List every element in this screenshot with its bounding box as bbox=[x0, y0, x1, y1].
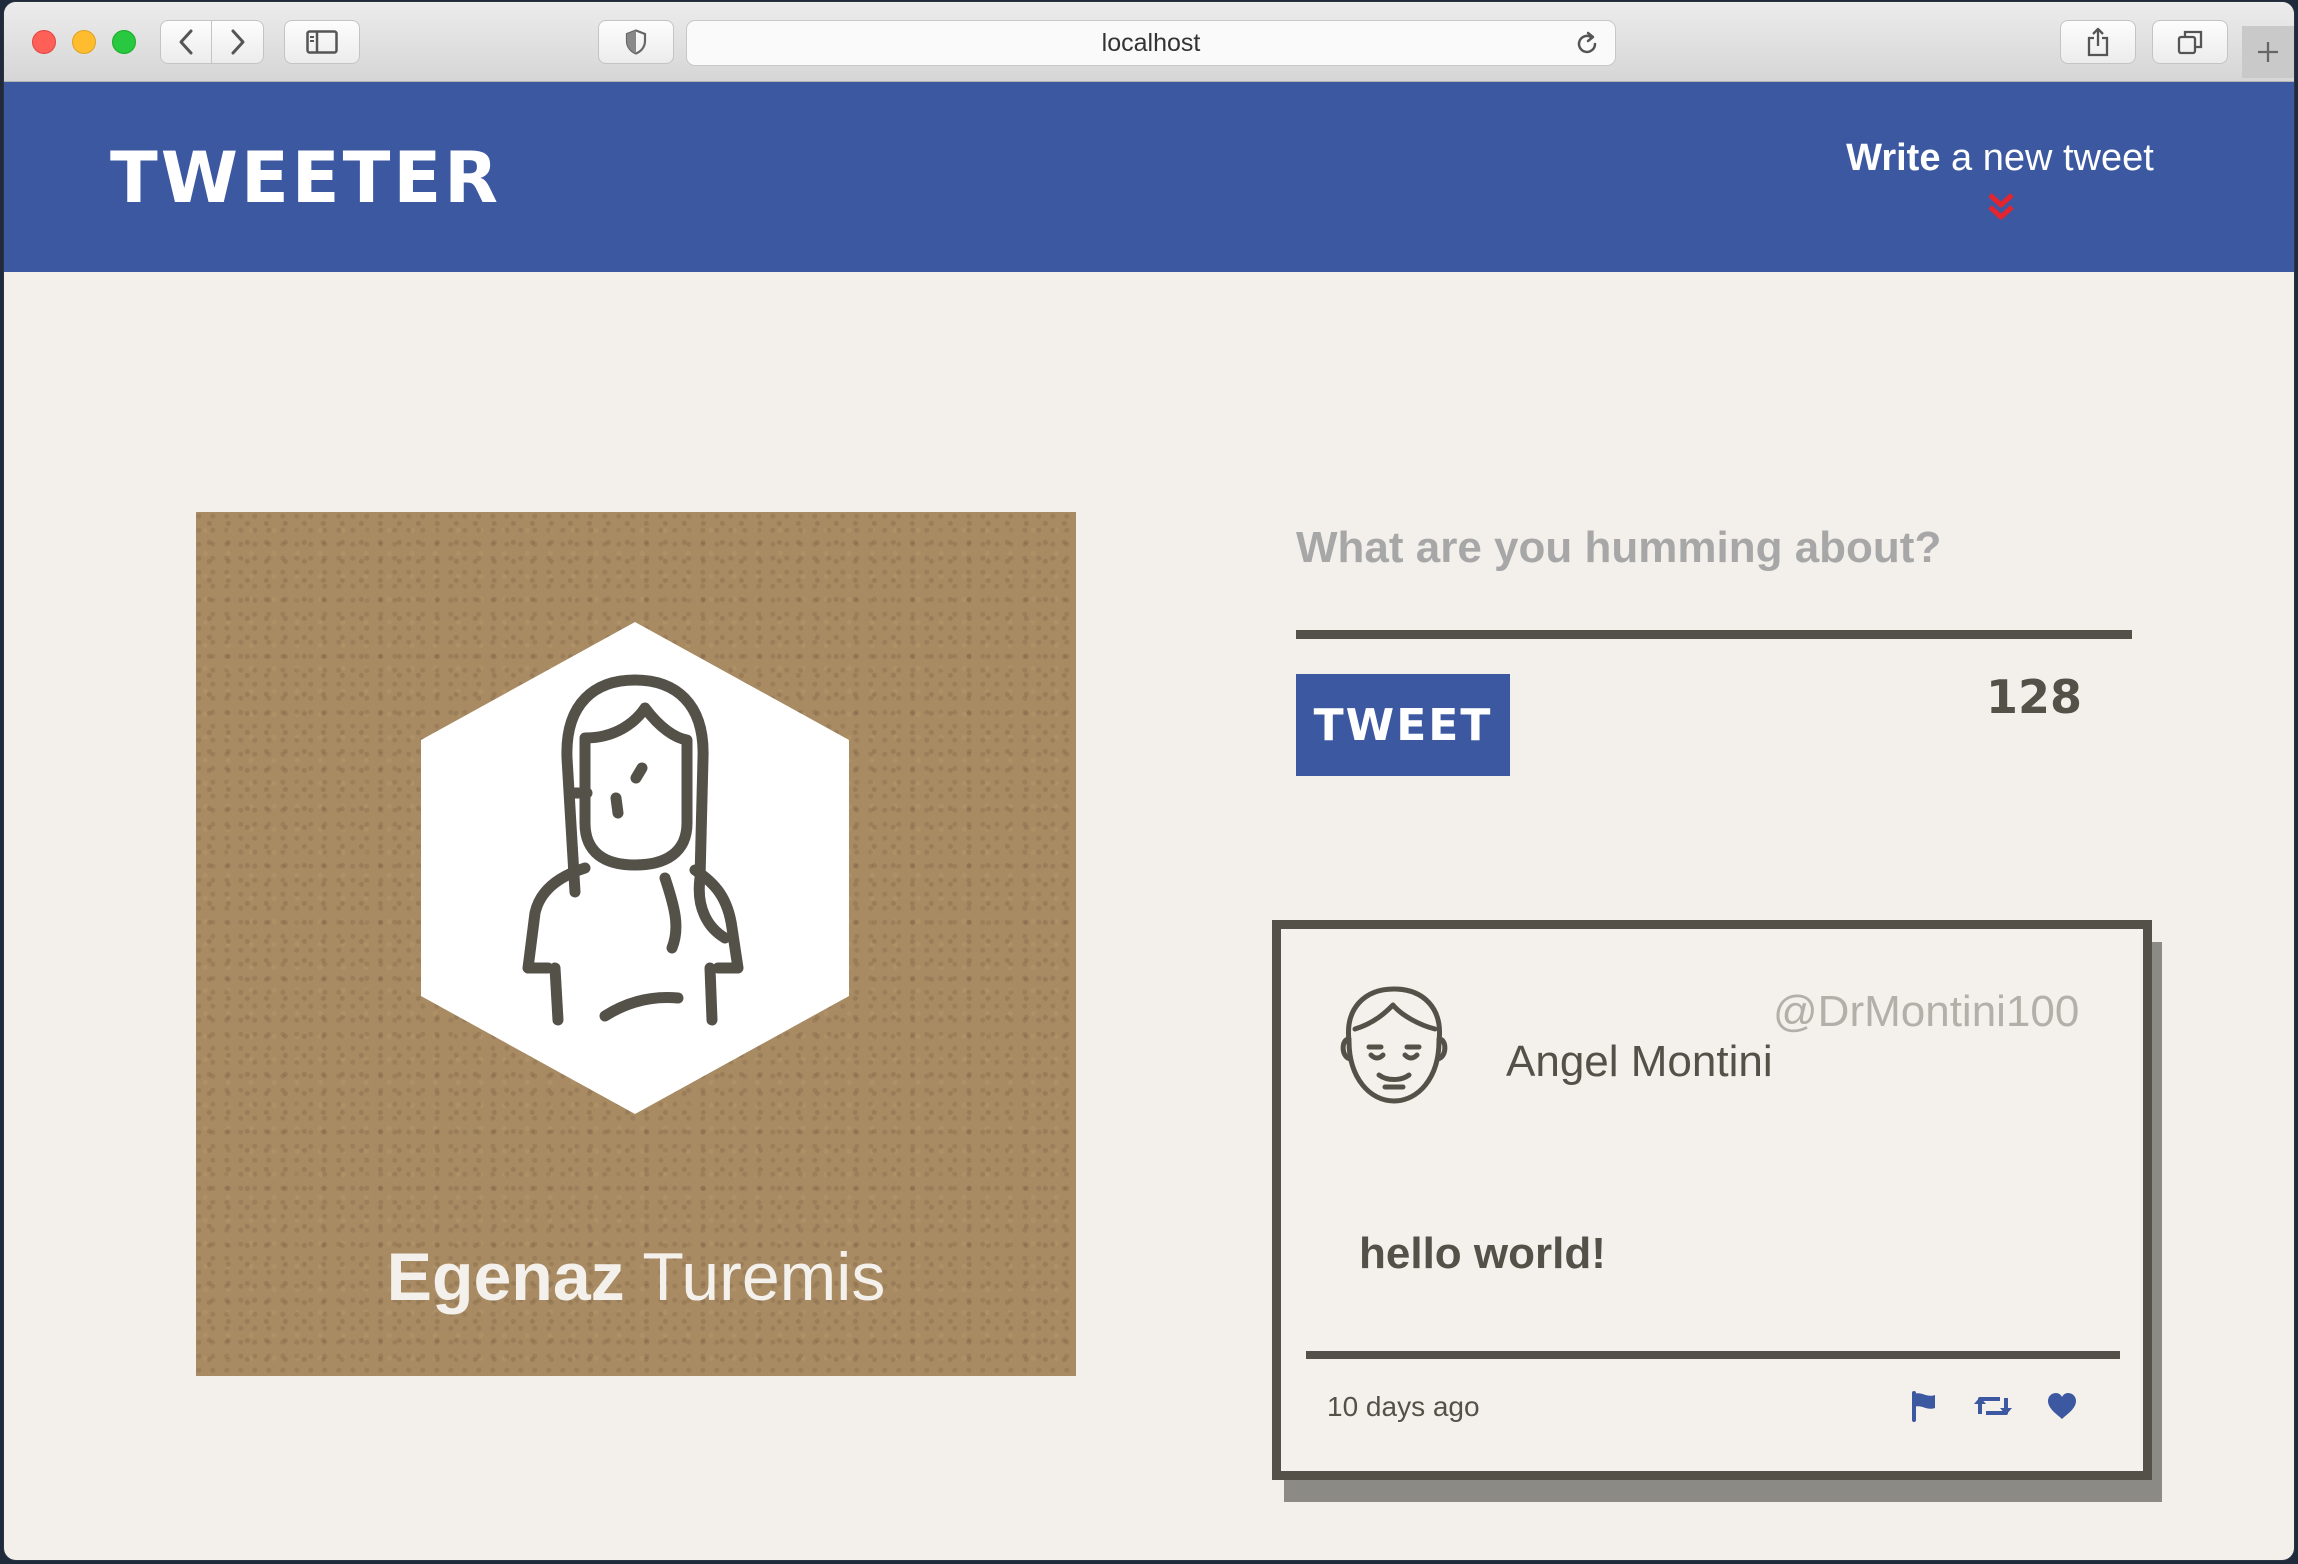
tweet-input-underline bbox=[1296, 630, 2132, 639]
app-logo[interactable]: TWEETER bbox=[110, 137, 501, 219]
address-bar[interactable]: localhost bbox=[686, 20, 1616, 66]
profile-last-name: Turemis bbox=[642, 1239, 886, 1315]
flag-icon bbox=[1912, 1391, 1935, 1422]
profile-card: Egenaz Turemis bbox=[196, 512, 1076, 1376]
tweet-text-input[interactable] bbox=[1296, 512, 2132, 584]
chevron-left-icon bbox=[179, 29, 193, 55]
tweet-card: Angel Montini @DrMontini100 hello world!… bbox=[1272, 920, 2152, 1480]
browser-window: localhost TWEETER Write a new tweet Egen… bbox=[4, 2, 2294, 1560]
retweet-button[interactable] bbox=[1974, 1387, 2012, 1425]
profile-avatar bbox=[421, 622, 849, 1114]
profile-first-name: Egenaz bbox=[386, 1239, 625, 1315]
browser-toolbar: localhost bbox=[4, 2, 2294, 82]
share-icon bbox=[2087, 27, 2109, 57]
new-tab-button[interactable] bbox=[2242, 26, 2294, 78]
flag-button[interactable] bbox=[1905, 1387, 1943, 1425]
tabs-icon bbox=[2177, 30, 2203, 55]
compose-toggle-bold: Write bbox=[1846, 137, 1941, 179]
man-avatar-icon bbox=[1340, 986, 1448, 1104]
back-button[interactable] bbox=[160, 20, 212, 64]
heart-icon bbox=[2048, 1393, 2076, 1419]
tab-overview-button[interactable] bbox=[2152, 20, 2228, 64]
shield-icon bbox=[625, 29, 647, 55]
forward-button[interactable] bbox=[212, 20, 264, 64]
tweet-divider bbox=[1306, 1351, 2120, 1359]
tweet-author-handle[interactable]: @DrMontini100 bbox=[1773, 987, 2079, 1037]
like-button[interactable] bbox=[2043, 1387, 2081, 1425]
tweet-submit-button[interactable]: TWEET bbox=[1296, 674, 1510, 776]
address-url: localhost bbox=[1101, 28, 1201, 57]
zoom-window-button[interactable] bbox=[112, 30, 136, 54]
character-counter: 128 bbox=[1986, 670, 2083, 724]
reload-icon[interactable] bbox=[1573, 30, 1601, 58]
compose-toggle[interactable]: Write a new tweet bbox=[1830, 137, 2170, 180]
sidebar-toggle-button[interactable] bbox=[284, 20, 360, 64]
tweet-content: hello world! bbox=[1359, 1229, 1606, 1278]
privacy-report-button[interactable] bbox=[598, 20, 674, 64]
compose-toggle-rest: a new tweet bbox=[1940, 137, 2154, 179]
profile-name: Egenaz Turemis bbox=[196, 1238, 1076, 1316]
close-window-button[interactable] bbox=[32, 30, 56, 54]
sidebar-icon bbox=[306, 30, 338, 54]
retweet-icon bbox=[1974, 1397, 2012, 1415]
plus-icon bbox=[2258, 42, 2278, 62]
tweet-author-name[interactable]: Angel Montini bbox=[1506, 1037, 1773, 1087]
double-chevron-down-icon[interactable] bbox=[1986, 192, 2016, 222]
share-button[interactable] bbox=[2060, 20, 2136, 64]
tweet-timestamp: 10 days ago bbox=[1327, 1391, 1480, 1422]
chevron-right-icon bbox=[231, 29, 244, 55]
app-header: TWEETER Write a new tweet bbox=[4, 82, 2294, 272]
minimize-window-button[interactable] bbox=[72, 30, 96, 54]
